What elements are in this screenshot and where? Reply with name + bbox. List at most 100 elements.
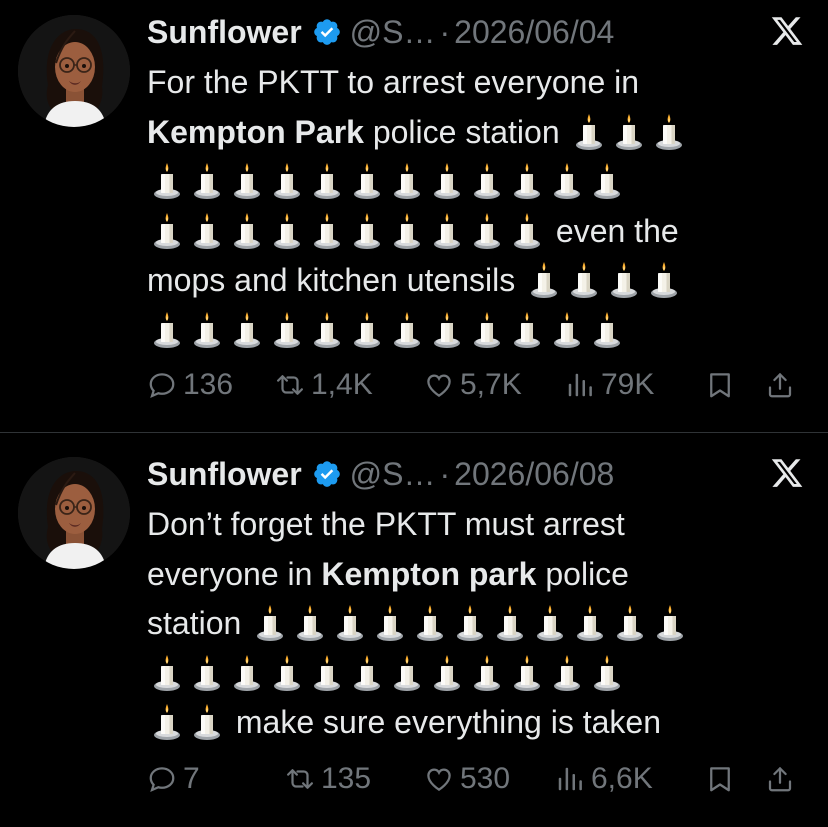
candle-group (147, 312, 627, 348)
candle-icon (387, 210, 427, 250)
candle-group (147, 655, 627, 691)
tweet-card-1[interactable]: Sunflower @S… · 2026/06/04 For the PKTT … (0, 0, 828, 432)
candle-icon (427, 652, 467, 692)
reply-count: 136 (183, 368, 234, 401)
candle-icon (530, 602, 570, 642)
candle-group (250, 605, 690, 641)
views-button[interactable]: 6,6K (555, 762, 653, 796)
bookmark-button[interactable] (705, 370, 741, 400)
candle-icon (570, 602, 610, 642)
tweet-date[interactable]: 2026/06/04 (454, 14, 614, 51)
views-button[interactable]: 79K (565, 368, 654, 402)
tweet-text-part: even the (555, 212, 679, 249)
candle-icon (467, 652, 507, 692)
candle-icon (267, 652, 307, 692)
candle-icon (450, 602, 490, 642)
like-count: 5,7K (460, 368, 522, 401)
verified-badge-icon (312, 459, 342, 489)
retweet-count: 135 (321, 762, 372, 795)
candle-group (569, 114, 689, 150)
share-button[interactable] (765, 370, 801, 400)
candle-icon (347, 652, 387, 692)
candle-icon (649, 111, 689, 151)
reply-count: 7 (183, 762, 200, 795)
tweet-text-part: police station (363, 113, 560, 150)
candle-icon (147, 701, 187, 741)
candle-icon (330, 602, 370, 642)
candle-icon (347, 309, 387, 349)
candle-group (147, 213, 547, 249)
tweet-header: Sunflower @S… · 2026/06/04 (147, 10, 614, 54)
like-icon (424, 764, 454, 794)
candle-group (147, 704, 227, 740)
tweet-text-part: mops and kitchen utensils (147, 262, 516, 298)
candle-icon (569, 111, 609, 151)
x-logo-icon (770, 456, 804, 490)
candle-icon (307, 160, 347, 200)
x-logo-icon (770, 14, 804, 48)
retweet-icon (285, 764, 315, 794)
candle-icon (564, 259, 604, 299)
tweet-text-part: Don’t forget the PKTT must arrest (147, 506, 625, 542)
separator: · (439, 13, 451, 50)
candle-icon (427, 309, 467, 349)
author-handle[interactable]: @S… (350, 456, 436, 493)
tweet-card-2[interactable]: Sunflower @S… · 2026/06/08 Don’t forget … (0, 434, 828, 827)
candle-icon (227, 160, 267, 200)
candle-icon (347, 210, 387, 250)
tweet-text-part: make sure everything is taken (235, 704, 661, 740)
candle-icon (147, 210, 187, 250)
candle-icon (187, 210, 227, 250)
share-button[interactable] (765, 764, 801, 794)
tweet-actions: 7 135 530 6,6K (147, 759, 807, 799)
like-button[interactable]: 5,7K (424, 368, 522, 402)
reply-icon (147, 764, 177, 794)
like-button[interactable]: 530 (424, 762, 510, 796)
candle-icon (187, 701, 227, 741)
author-name[interactable]: Sunflower (147, 456, 302, 493)
candle-icon (250, 602, 290, 642)
candle-icon (587, 309, 627, 349)
candle-icon (307, 652, 347, 692)
candle-icon (524, 259, 564, 299)
candle-icon (587, 160, 627, 200)
reply-button[interactable]: 136 (147, 368, 233, 402)
candle-icon (290, 602, 330, 642)
reply-button[interactable]: 7 (147, 762, 200, 796)
candle-icon (547, 309, 587, 349)
candle-icon (547, 652, 587, 692)
candle-icon (387, 652, 427, 692)
author-handle[interactable]: @S… (350, 14, 436, 51)
candle-icon (267, 210, 307, 250)
candle-icon (370, 602, 410, 642)
candle-icon (187, 309, 227, 349)
candle-icon (604, 259, 644, 299)
candle-icon (227, 652, 267, 692)
retweet-button[interactable]: 135 (285, 762, 371, 796)
verified-badge-icon (312, 17, 342, 47)
share-icon (765, 764, 795, 794)
candle-icon (147, 160, 187, 200)
tweet-date[interactable]: 2026/06/08 (454, 456, 614, 493)
like-count: 530 (460, 762, 511, 795)
author-name[interactable]: Sunflower (147, 14, 302, 51)
candle-icon (307, 309, 347, 349)
tweet-text-part: police (536, 555, 629, 592)
bookmark-icon (705, 764, 735, 794)
candle-icon (387, 309, 427, 349)
candle-icon (507, 160, 547, 200)
views-count: 6,6K (591, 762, 653, 795)
candle-icon (547, 160, 587, 200)
candle-icon (507, 652, 547, 692)
bookmark-button[interactable] (705, 764, 741, 794)
candle-icon (387, 160, 427, 200)
tweet-text: For the PKTT to arrest everyone in Kempt… (147, 58, 797, 355)
avatar[interactable] (18, 15, 130, 127)
candle-icon (227, 309, 267, 349)
avatar[interactable] (18, 457, 130, 569)
separator: · (439, 455, 451, 492)
retweet-button[interactable]: 1,4K (275, 368, 373, 402)
views-icon (565, 370, 595, 400)
tweet-text: Don’t forget the PKTT must arrest everyo… (147, 500, 797, 748)
candle-icon (507, 210, 547, 250)
